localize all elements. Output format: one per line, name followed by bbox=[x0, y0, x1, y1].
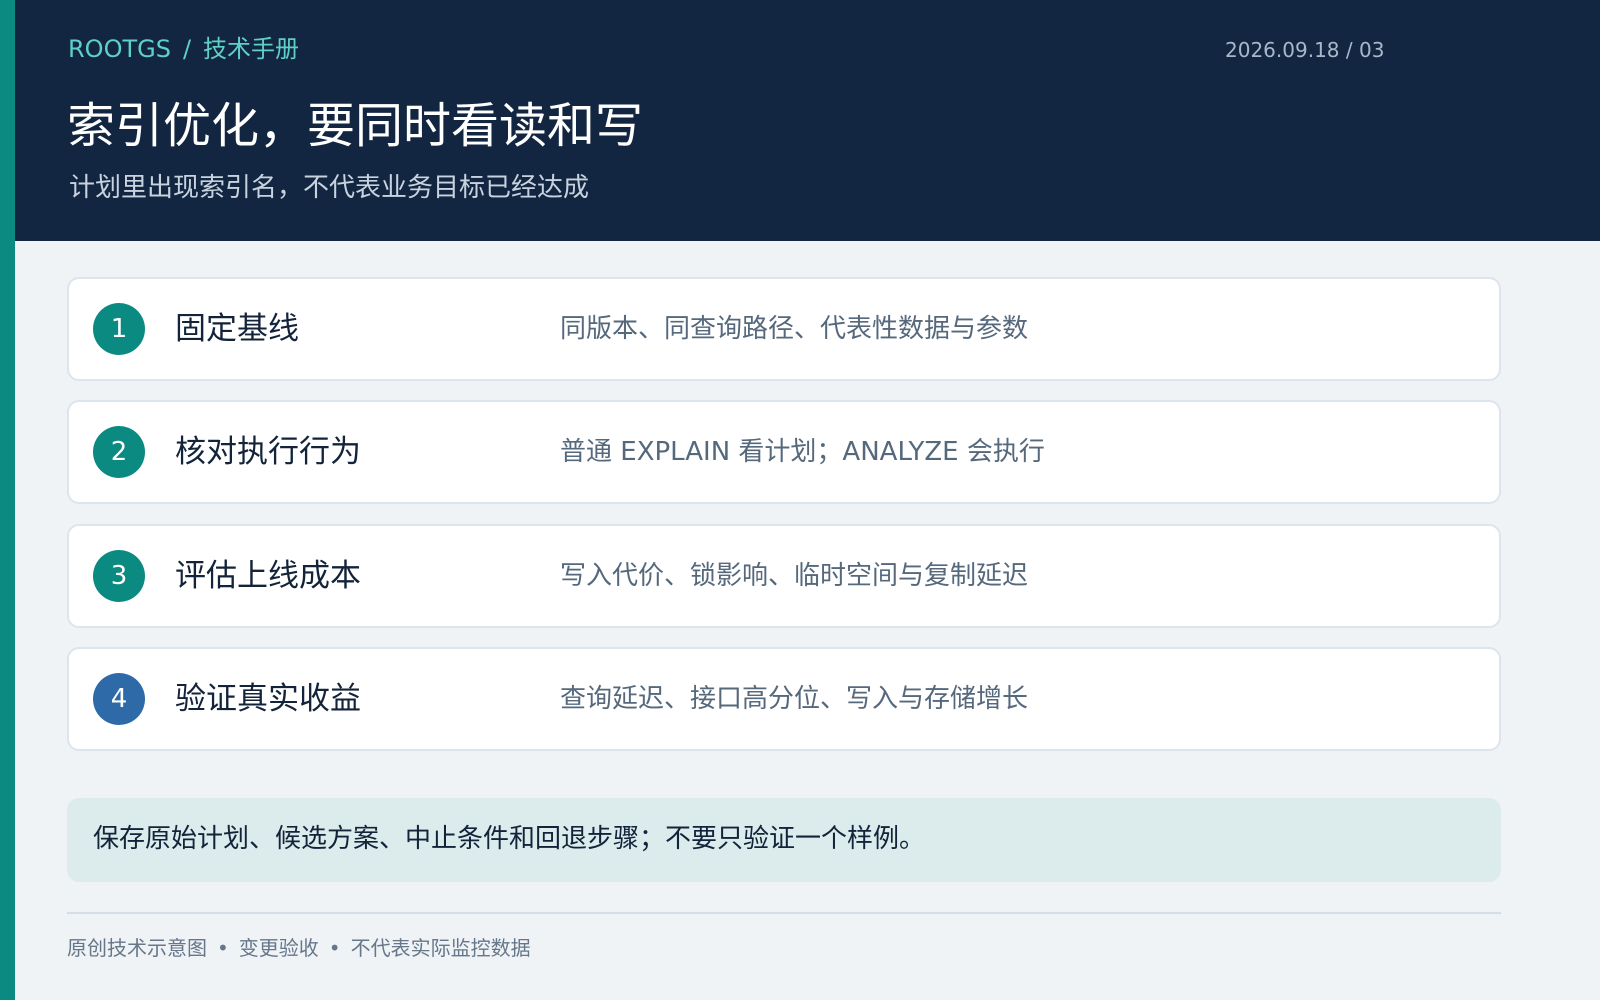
step-number-badge: 3 bbox=[93, 550, 145, 602]
step-card-1: 1 固定基线 同版本、同查询路径、代表性数据与参数 bbox=[67, 277, 1501, 381]
step-number-badge: 4 bbox=[93, 673, 145, 725]
footer-item-category: 变更验收 bbox=[238, 936, 319, 960]
note-text: 保存原始计划、候选方案、中止条件和回退步骤；不要只验证一个样例。 bbox=[93, 824, 926, 854]
step-description: 同版本、同查询路径、代表性数据与参数 bbox=[560, 314, 1029, 344]
step-title: 评估上线成本 bbox=[175, 558, 361, 594]
breadcrumb-section[interactable]: 技术手册 bbox=[203, 35, 299, 63]
step-description: 查询延迟、接口高分位、写入与存储增长 bbox=[560, 684, 1029, 714]
step-title: 验证真实收益 bbox=[175, 681, 361, 717]
note-callout: 保存原始计划、候选方案、中止条件和回退步骤；不要只验证一个样例。 bbox=[67, 798, 1501, 882]
breadcrumb: ROOTGS / 技术手册 bbox=[68, 34, 299, 64]
step-card-2: 2 核对执行行为 普通 EXPLAIN 看计划；ANALYZE 会执行 bbox=[67, 400, 1501, 504]
page-subtitle: 计划里出现索引名，不代表业务目标已经达成 bbox=[69, 173, 590, 203]
step-description: 写入代价、锁影响、临时空间与复制延迟 bbox=[560, 561, 1029, 591]
footer-item-disclaimer: 不代表实际监控数据 bbox=[350, 936, 531, 960]
footer-item-origin: 原创技术示意图 bbox=[67, 936, 207, 960]
breadcrumb-separator: / bbox=[182, 35, 192, 63]
date-page-label: 2026.09.18 / 03 bbox=[1225, 38, 1385, 62]
step-description: 普通 EXPLAIN 看计划；ANALYZE 会执行 bbox=[560, 437, 1045, 467]
accent-strip bbox=[0, 0, 15, 1000]
step-number-badge: 1 bbox=[93, 303, 145, 355]
footer: 原创技术示意图 • 变更验收 • 不代表实际监控数据 bbox=[67, 934, 531, 962]
step-title: 固定基线 bbox=[175, 311, 299, 347]
step-card-4: 4 验证真实收益 查询延迟、接口高分位、写入与存储增长 bbox=[67, 647, 1501, 751]
footer-separator: • bbox=[328, 936, 341, 960]
footer-divider bbox=[67, 912, 1501, 914]
step-number-badge: 2 bbox=[93, 426, 145, 478]
footer-separator: • bbox=[217, 936, 229, 960]
page-title: 索引优化，要同时看读和写 bbox=[67, 98, 644, 154]
page-header: ROOTGS / 技术手册 2026.09.18 / 03 索引优化，要同时看读和写… bbox=[15, 0, 1600, 241]
step-title: 核对执行行为 bbox=[175, 434, 361, 470]
breadcrumb-brand[interactable]: ROOTGS bbox=[68, 35, 171, 63]
step-card-3: 3 评估上线成本 写入代价、锁影响、临时空间与复制延迟 bbox=[67, 524, 1501, 628]
